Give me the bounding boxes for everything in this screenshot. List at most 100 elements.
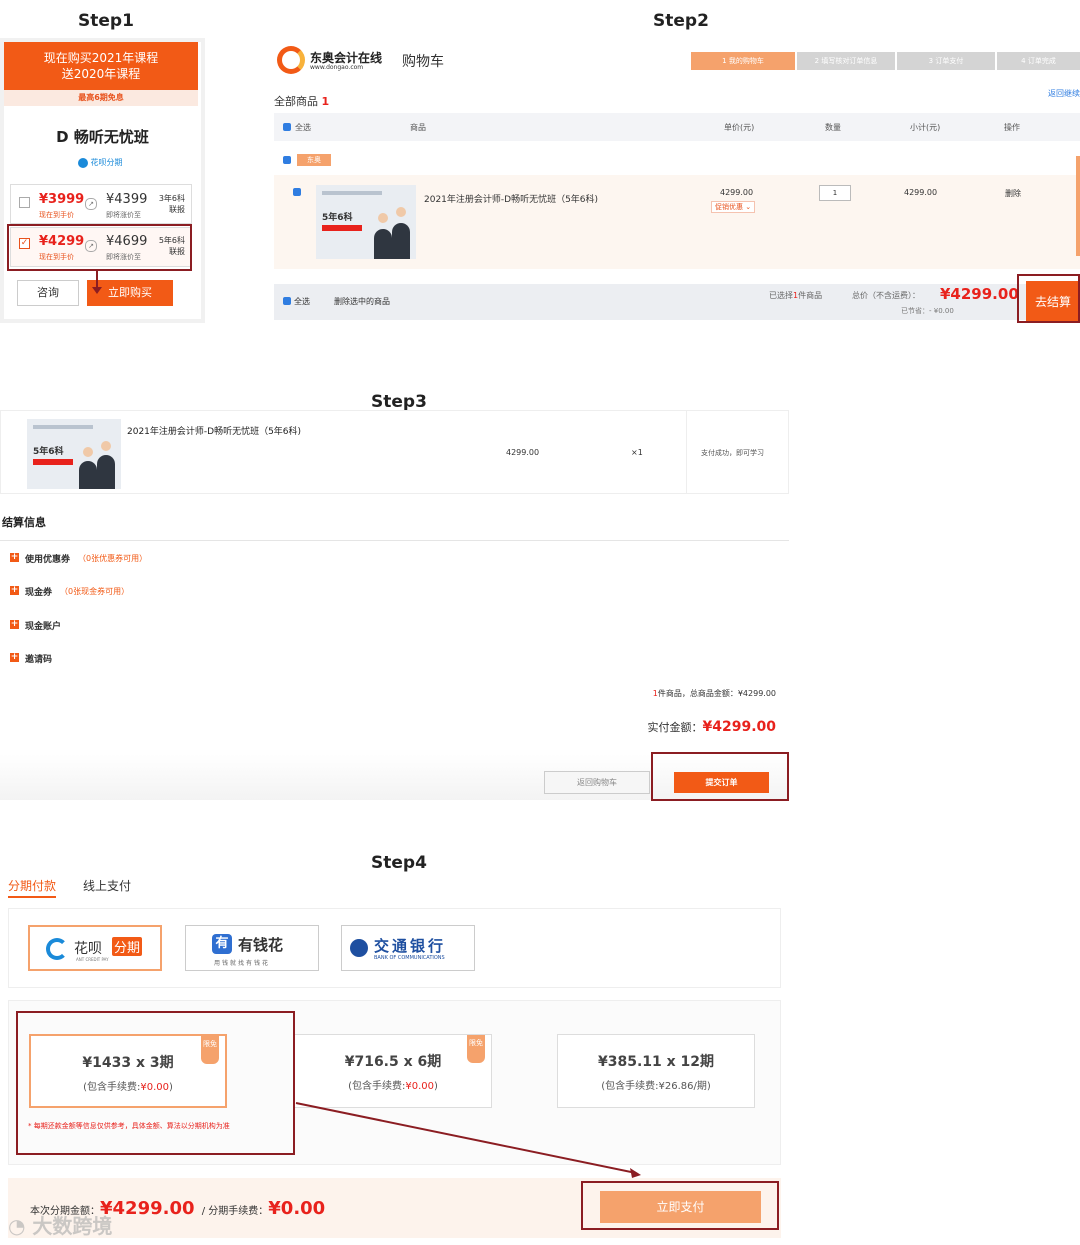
chevron-down-icon: ⌄ — [745, 203, 752, 211]
step4-title: Step4 — [371, 853, 427, 873]
provider-sub: 用钱就找有钱花 — [214, 960, 271, 967]
step3-title: Step3 — [371, 392, 427, 412]
provider-name: 有钱花 — [238, 936, 284, 954]
total-label: 总价（不含运费）： — [852, 291, 920, 300]
provider-name: 交通银行 — [374, 937, 447, 955]
highlight-box-option — [7, 224, 192, 271]
progress-step-1: 1 我的购物车 — [691, 52, 795, 70]
installment-6[interactable]: ¥716.5 x 6期 (包含手续费:¥0.00) 限免 — [294, 1034, 492, 1108]
provider-bocom[interactable]: 交通银行 BANK OF COMMUNICATIONS — [341, 925, 475, 971]
header-product: 商品 — [410, 123, 426, 132]
course-card: 现在购买2021年课程 送2020年课程 最高6期免息 D 畅听无忧班 花呗分期… — [0, 38, 205, 323]
huabei-icon — [78, 157, 88, 168]
total-amount: ¥4299.00 — [940, 285, 1019, 303]
qty-input[interactable]: 1 — [819, 185, 851, 201]
item-subtotal: 4299.00 — [904, 188, 938, 197]
provider-sub: BANK OF COMMUNICATIONS — [374, 955, 445, 961]
consult-button[interactable]: 咨询 — [17, 280, 79, 306]
delete-link[interactable]: 删除 — [1005, 188, 1021, 199]
option-now-label: 现在到手价 — [39, 211, 74, 219]
provider-youqianhua[interactable]: 有 有钱花 用钱就找有钱花 — [185, 925, 319, 971]
installment-amount: ¥716.5 x 6期 — [344, 1054, 442, 1070]
highlight-box-checkout — [1017, 274, 1080, 323]
logo-url: www.dongao.com — [310, 64, 364, 71]
side-decoration — [1076, 156, 1080, 256]
shop-tag: 东奥 — [297, 154, 331, 166]
plus-icon: + — [10, 652, 19, 662]
order-item-name: 2021年注册会计师-D畅听无忧班（5年6科) — [127, 427, 302, 437]
settlement-title: 结算信息 — [2, 516, 46, 529]
progress-step-3: 3 订单支付 — [897, 52, 995, 70]
promo-dropdown[interactable]: 促销优惠 ⌄ — [711, 201, 756, 213]
option-3999[interactable]: ¥3999 现在到手价 ↗ ¥4399 即将涨价至 3年6科 联报 — [10, 184, 192, 224]
footer-select-all-checkbox[interactable] — [283, 297, 291, 305]
plus-icon: + — [10, 585, 19, 595]
dongao-logo-icon — [277, 46, 305, 74]
item-name[interactable]: 2021年注册会计师-D畅听无忧班（5年6科) — [424, 192, 598, 205]
highlight-box-pay — [581, 1181, 779, 1230]
thumb-text: 5年6科 — [33, 447, 64, 457]
promo-line-1: 现在购买2021年课程 — [43, 51, 159, 65]
promo-line-2: 送2020年课程 — [61, 67, 141, 81]
select-all-checkbox[interactable] — [283, 123, 291, 131]
provider-sub: ANT CREDIT PAY — [76, 957, 109, 962]
item-thumbnail: 5年6科 — [316, 185, 416, 259]
order-item-divider — [686, 411, 687, 493]
invite-code-row[interactable]: + 邀请码 — [10, 652, 310, 665]
tab-online-payment[interactable]: 线上支付 — [83, 877, 131, 894]
provider-tag: 分期 — [112, 937, 143, 956]
coupon-row[interactable]: + 使用优惠券 （0张优惠券可用） — [10, 552, 310, 565]
delete-selected-link[interactable]: 删除选中的商品 — [334, 296, 390, 307]
option-old-label: 即将涨价至 — [106, 211, 141, 219]
watermark: ◔ 大数跨境 — [8, 1214, 113, 1238]
option-plan: 3年6科 联报 — [158, 194, 185, 214]
installment-amount: ¥385.11 x 12期 — [597, 1054, 715, 1070]
order-item-price: 4299.00 — [506, 448, 540, 457]
watermark-logo-icon: ◔ — [8, 1214, 26, 1238]
table-header: 全选 商品 单价(元) 数量 小计(元) 操作 — [274, 113, 1080, 141]
order-item-note: 支付成功，即可学习 — [701, 449, 764, 457]
actual-payment: 实付金额：¥4299.00 — [647, 719, 776, 735]
highlight-box-installment — [16, 1011, 295, 1155]
selected-count: 已选择1件商品 — [769, 291, 823, 300]
provider-name: 花呗 — [74, 941, 102, 957]
cart-item-row: 5年6科 2021年注册会计师-D畅听无忧班（5年6科) 4299.00 促销优… — [274, 175, 1080, 269]
return-link[interactable]: 返回继续 — [1048, 88, 1080, 99]
step2-title: Step2 — [653, 11, 709, 31]
installment-fee: (包含手续费:¥0.00) — [348, 1081, 438, 1092]
plus-icon: + — [10, 552, 19, 562]
cash-coupon-row[interactable]: + 现金券 （0张现金券可用） — [10, 585, 310, 598]
tab-installment[interactable]: 分期付款 — [8, 877, 57, 898]
shop-checkbox[interactable] — [283, 156, 291, 164]
header-qty: 数量 — [825, 123, 841, 132]
saved-amount: 已节省：- ¥0.00 — [901, 307, 954, 315]
back-to-cart-button[interactable]: 返回购物车 — [544, 771, 650, 794]
thumb-text: 5年6科 — [322, 213, 353, 223]
cart-page: 东奥会计在线 www.dongao.com 购物车 1 我的购物车 2 填写核对… — [240, 38, 1080, 323]
cash-account-row[interactable]: + 现金账户 — [10, 619, 310, 632]
settlement-divider — [0, 540, 789, 541]
progress-step-4: 4 订单完成 — [997, 52, 1080, 70]
option-checkbox[interactable] — [19, 197, 30, 208]
step1-title: Step1 — [78, 11, 134, 31]
promo-banner: 现在购买2021年课程 送2020年课程 — [4, 42, 198, 90]
provider-huabei[interactable]: 花呗 分期 ANT CREDIT PAY — [28, 925, 162, 971]
cart-title: 购物车 — [402, 54, 444, 70]
huabei-badge: 花呗分期 — [78, 157, 123, 168]
promo-sub: 最高6期免息 — [4, 90, 198, 106]
free-badge: 限免 — [467, 1035, 485, 1063]
highlight-box-submit — [651, 752, 789, 801]
header-action: 操作 — [1004, 123, 1020, 132]
order-item-qty: ×1 — [631, 448, 643, 457]
installment-12[interactable]: ¥385.11 x 12期 (包含手续费:¥26.86/期) — [557, 1034, 755, 1108]
summary-line: 1件商品，总商品金额：¥4299.00 — [652, 689, 776, 698]
item-checkbox[interactable] — [293, 188, 301, 196]
order-thumbnail: 5年6科 — [27, 419, 121, 489]
all-goods-label: 全部商品 1 — [274, 95, 330, 108]
trend-up-icon: ↗ — [85, 198, 97, 210]
item-unit-price: 4299.00 — [720, 188, 754, 197]
arrow-head — [92, 287, 102, 294]
youqianhua-logo-icon: 有 — [212, 934, 232, 954]
option-old-price: ¥4399 — [106, 192, 148, 207]
arrow-head — [630, 1168, 641, 1178]
